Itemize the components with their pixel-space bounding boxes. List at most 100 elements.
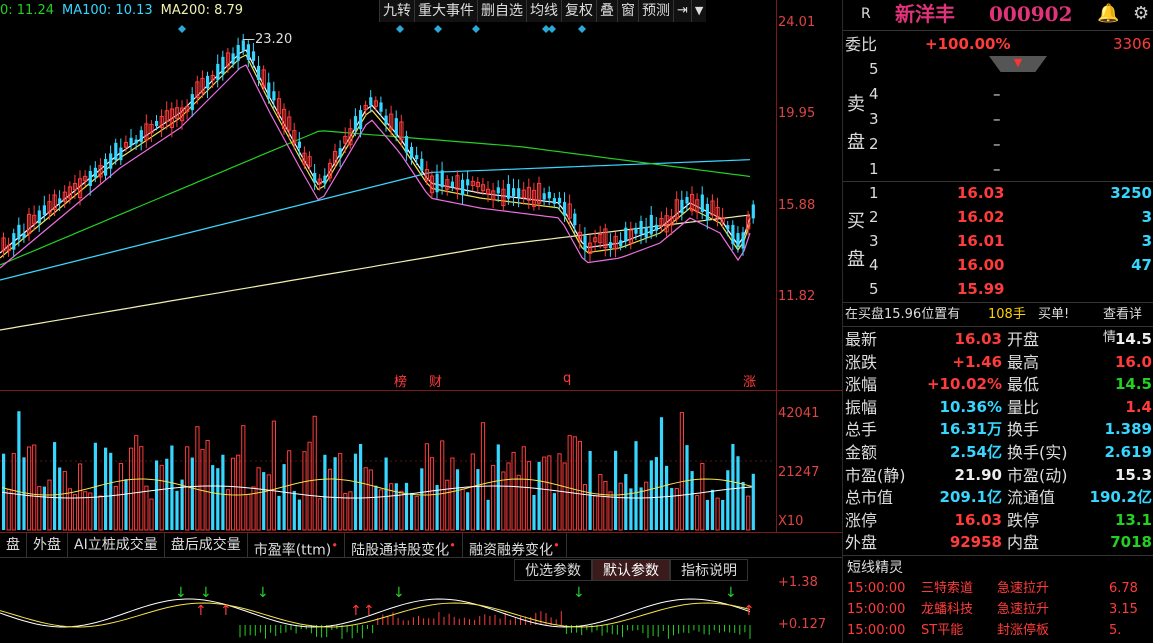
bell-icon[interactable]: 🔔 <box>1097 0 1119 28</box>
buy-signal-icon: ↑ <box>350 603 362 619</box>
event-mark-q[interactable]: q <box>563 371 571 386</box>
volume-bar <box>649 460 653 530</box>
stat-row: 外盘 92958 内盘 7018 <box>843 531 1153 554</box>
r-badge: R <box>861 6 871 22</box>
tab-pan[interactable]: 盘 <box>0 533 27 557</box>
volume-bar <box>476 469 480 530</box>
toolbar-adjust-button[interactable]: 复权 <box>561 0 596 22</box>
volume-bar <box>624 474 628 530</box>
volume-bar <box>603 480 608 531</box>
event-diamond-icon[interactable] <box>434 25 442 33</box>
tab-northbound-holdings[interactable]: 陆股通持股变化• <box>345 533 464 559</box>
volume-bar <box>741 481 745 530</box>
ma-line <box>0 159 751 281</box>
settings-icon[interactable]: ⚙ <box>1133 0 1149 28</box>
volume-bar <box>695 495 700 531</box>
candle-body <box>359 110 363 130</box>
candle-body <box>22 233 26 239</box>
stat-label: 涨跌 <box>845 352 878 372</box>
ma-legend-item: 0: 11.24 <box>0 3 54 18</box>
tab-after-hours-volume[interactable]: 盘后成交量 <box>165 533 248 557</box>
volume-bar <box>634 441 638 530</box>
buy-level-row[interactable]: 3 16.01 3 <box>843 230 1153 253</box>
toolbar-remove-watchlist-button[interactable]: 删自选 <box>477 0 526 22</box>
tab-preferred-params[interactable]: 优选参数 <box>514 559 592 581</box>
event-mark-rank[interactable]: 榜 <box>394 371 407 390</box>
volume-bar <box>445 479 450 531</box>
volume-bar <box>710 489 715 530</box>
volume-bar <box>221 454 225 530</box>
tab-margin-trading[interactable]: 融资融券变化• <box>463 533 567 559</box>
volume-bar <box>277 495 281 530</box>
stat-label: 量比 <box>1007 397 1040 417</box>
stat-value: 7018 <box>1110 533 1152 552</box>
toolbar-jiuzhuan-button[interactable]: 九转 <box>379 0 414 22</box>
pin-icon[interactable]: ⇥ <box>673 0 691 22</box>
news-event: 急速拉升 <box>997 602 1050 617</box>
chevron-down-icon[interactable]: ▼ <box>690 0 706 22</box>
volume-bar <box>399 490 404 531</box>
level-volume: 47 <box>1131 256 1152 274</box>
tab-outer-volume[interactable]: 外盘 <box>27 533 68 557</box>
event-diamond-icon[interactable] <box>548 25 556 33</box>
tab-pe-ttm[interactable]: 市盈率(ttm)• <box>248 533 346 559</box>
volume-bar <box>414 495 419 531</box>
volume-bar <box>542 456 547 531</box>
candle-body <box>435 173 439 193</box>
buy-level-row[interactable]: 2 16.02 3 <box>843 206 1153 229</box>
volume-bar <box>588 451 592 530</box>
stat-label: 流通值 <box>1007 488 1056 508</box>
event-diamond-icon[interactable] <box>472 25 480 33</box>
volume-bar <box>404 482 409 530</box>
volume-bar <box>42 486 46 530</box>
event-mark-finance[interactable]: 财 <box>429 371 442 390</box>
tab-indicator-help[interactable]: 指标说明 <box>670 559 748 581</box>
indicator-chart[interactable]: ↓ ↓ ↓ ↓ ↓ ↓↑ ↑ ↑ ↑ ↑ <box>0 583 775 643</box>
tab-default-params[interactable]: 默认参数 <box>592 559 670 581</box>
candle-body <box>134 139 138 144</box>
sell-level-row[interactable]: 3– <box>843 108 1153 131</box>
sell-level-row[interactable]: 2– <box>843 133 1153 156</box>
event-mark-limit-up[interactable]: 涨 <box>743 371 756 390</box>
volume-bar <box>37 486 42 531</box>
candle-body <box>583 235 587 251</box>
toolbar-forecast-button[interactable]: 预测 <box>638 0 673 22</box>
toolbar-major-events-button[interactable]: 重大事件 <box>414 0 477 22</box>
buy-level-row[interactable]: 5 15.99 <box>843 278 1153 301</box>
candle-body <box>619 240 623 247</box>
sell-level-row[interactable]: 5 <box>843 58 1153 81</box>
candlestick-chart[interactable] <box>0 0 775 390</box>
candle-body <box>17 224 21 240</box>
candle-body <box>139 130 143 142</box>
toolbar-ma-button[interactable]: 均线 <box>526 0 561 22</box>
toolbar-overlay-button[interactable]: 叠 <box>596 0 617 22</box>
ma-line <box>0 49 751 254</box>
candle-body <box>410 146 414 159</box>
volume-bar <box>572 436 577 531</box>
sell-level-row[interactable]: 1– <box>843 158 1153 181</box>
toolbar-window-button[interactable]: 窗 <box>617 0 638 22</box>
bid-info-action: 买单! <box>1038 307 1070 322</box>
news-item[interactable]: 15:00:00 龙蟠科技 急速拉升 3.15 <box>847 600 1138 620</box>
volume-bar <box>394 483 398 530</box>
volume-chart[interactable] <box>0 392 775 532</box>
sell-level-row[interactable]: 4– <box>843 83 1153 106</box>
news-item[interactable]: 15:00:00 三特索道 急速拉升 6.78 <box>847 579 1138 599</box>
volume-bar <box>466 492 470 530</box>
volume-bar <box>185 446 190 531</box>
stat-label: 内盘 <box>1007 533 1040 553</box>
tab-ai-volume[interactable]: AI立桩成交量 <box>68 533 165 557</box>
volume-bar <box>134 435 139 531</box>
volume-bar <box>266 474 271 531</box>
buy-level-row[interactable]: 1 16.03 3250 <box>843 182 1153 205</box>
buy-level-row[interactable]: 4 16.00 47 <box>843 254 1153 277</box>
ma-legend-item: MA100: 10.13 <box>62 3 153 18</box>
news-item[interactable]: 15:00:00 ST平能 封涨停板 5. <box>847 621 1121 641</box>
event-diamond-icon[interactable] <box>178 25 186 33</box>
candle-body <box>542 193 546 200</box>
event-diamond-icon[interactable] <box>396 25 404 33</box>
candle-body <box>705 203 709 221</box>
event-diamond-icon[interactable] <box>578 25 586 33</box>
stat-value: 10.36% <box>939 397 1002 416</box>
level-number: 1 <box>869 184 879 202</box>
